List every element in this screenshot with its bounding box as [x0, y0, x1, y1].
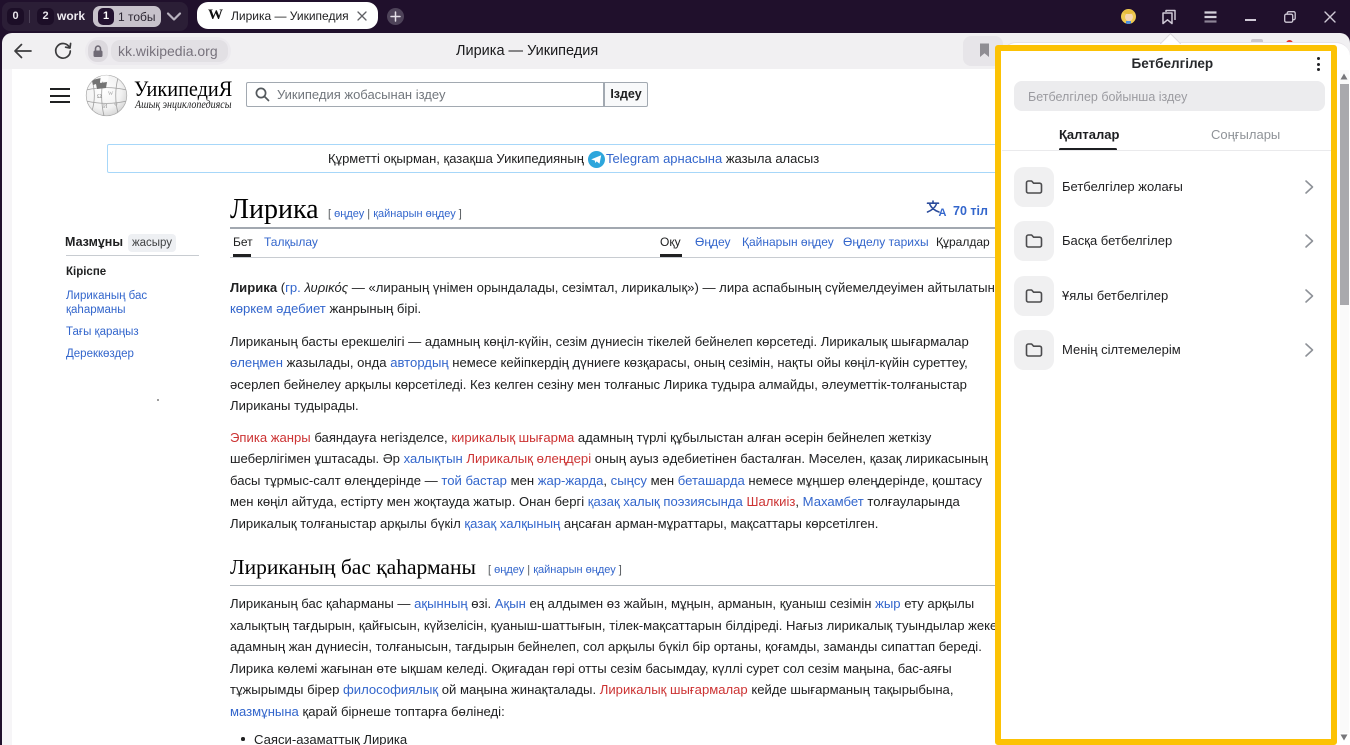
svg-text:И: И	[103, 104, 108, 110]
svg-text:ф: ф	[114, 100, 118, 107]
svg-text:Ω: Ω	[97, 93, 102, 100]
svg-text:W: W	[108, 91, 114, 97]
